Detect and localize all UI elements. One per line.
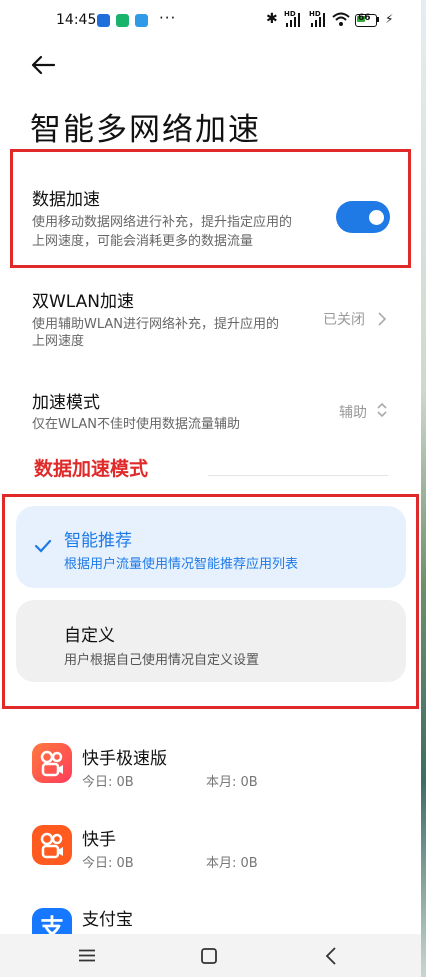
navigation-bar <box>0 934 421 977</box>
app-name: 支付宝 <box>82 910 133 930</box>
section-label: 数据加速模式 <box>34 458 149 480</box>
app-today-usage: 今日: 0B <box>82 856 134 871</box>
wallpaper-edge <box>421 0 426 977</box>
kuaishou-icon <box>32 825 72 865</box>
kuaishou-lite-icon <box>32 743 72 783</box>
alipay-icon: 支 <box>32 908 72 934</box>
app-list-item[interactable]: 支 支付宝 <box>0 900 421 934</box>
divider <box>208 475 388 476</box>
option-smart-recommend[interactable]: 智能推荐 根据用户流量使用情况智能推荐应用列表 <box>16 506 406 588</box>
app-list-item[interactable]: 快手极速版 今日: 0B 本月: 0B <box>0 735 421 795</box>
dual-wlan-desc-line2: 上网速度 <box>32 334 85 349</box>
data-accel-title: 数据加速 <box>32 190 100 210</box>
notification-app-icon <box>116 14 129 27</box>
toggle-knob <box>369 210 384 225</box>
option-custom[interactable]: 自定义 用户根据自己使用情况自定义设置 <box>16 600 406 682</box>
app-list-item[interactable]: 快手 今日: 0B 本月: 0B <box>0 815 421 875</box>
app-month-usage: 本月: 0B <box>206 775 258 790</box>
signal-icon <box>286 13 302 27</box>
dual-wlan-status: 已关闭 <box>323 312 365 328</box>
page-title: 智能多网络加速 <box>30 112 261 148</box>
option-desc: 根据用户流量使用情况智能推荐应用列表 <box>64 557 299 572</box>
accel-mode-row[interactable]: 加速模式 仅在WLAN不佳时使用数据流量辅助 辅助 <box>0 380 421 438</box>
notification-app-icon <box>135 14 148 27</box>
app-name: 快手极速版 <box>82 749 167 769</box>
app-name: 快手 <box>82 830 116 850</box>
signal-icon <box>311 13 327 27</box>
app-today-usage: 今日: 0B <box>82 775 134 790</box>
dual-wlan-title: 双WLAN加速 <box>32 292 135 312</box>
accel-mode-desc: 仅在WLAN不佳时使用数据流量辅助 <box>32 417 241 432</box>
data-accel-desc-line2: 上网速度，可能会消耗更多的数据流量 <box>32 234 254 249</box>
more-notifications-icon: ··· <box>159 9 177 27</box>
option-title: 自定义 <box>64 626 115 646</box>
up-down-chevron-icon <box>377 402 387 418</box>
app-month-usage: 本月: 0B <box>206 856 258 871</box>
option-title: 智能推荐 <box>64 531 132 551</box>
menu-icon[interactable] <box>79 949 95 962</box>
checkmark-icon <box>34 539 52 553</box>
back-arrow-icon[interactable] <box>30 52 56 83</box>
option-desc: 用户根据自己使用情况自定义设置 <box>64 653 260 668</box>
status-bar: 14:45 ··· ✱ HD HD 66 ⚡ <box>0 0 421 44</box>
notification-app-icon <box>97 14 110 27</box>
chevron-right-icon <box>378 312 387 326</box>
accel-mode-title: 加速模式 <box>32 393 100 413</box>
wifi-icon <box>332 12 350 26</box>
home-icon[interactable] <box>201 948 217 964</box>
back-icon[interactable] <box>325 947 337 965</box>
bluetooth-icon: ✱ <box>266 11 278 27</box>
data-accel-toggle[interactable] <box>336 201 390 233</box>
data-accel-desc-line1: 使用移动数据网络进行补充，提升指定应用的 <box>32 215 293 230</box>
battery-cap <box>377 17 379 22</box>
accel-mode-value: 辅助 <box>339 405 367 421</box>
status-time: 14:45 <box>56 12 97 28</box>
battery-icon: 66 <box>355 13 377 27</box>
charging-icon: ⚡ <box>385 12 394 26</box>
dual-wlan-row[interactable]: 双WLAN加速 使用辅助WLAN进行网络补充，提升应用的 上网速度 已关闭 <box>0 280 421 355</box>
